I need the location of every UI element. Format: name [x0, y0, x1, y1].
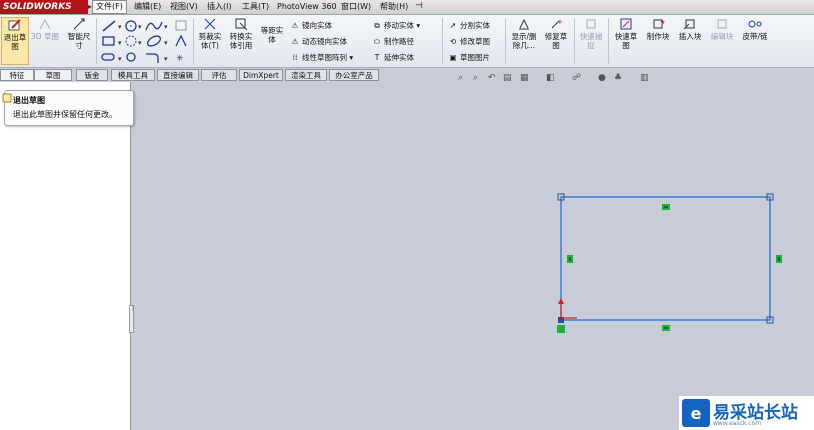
coincident-relation-icon[interactable] [557, 325, 565, 333]
sketch-rectangle[interactable] [560, 196, 771, 321]
watermark: e 易采站长站 www.easck.com [679, 396, 814, 430]
watermark-logo-icon: e [682, 399, 710, 427]
watermark-url: www.easck.com [713, 420, 762, 427]
origin-icon [558, 298, 577, 319]
graphics-area[interactable] [0, 0, 814, 430]
svg-text:e: e [691, 404, 702, 423]
